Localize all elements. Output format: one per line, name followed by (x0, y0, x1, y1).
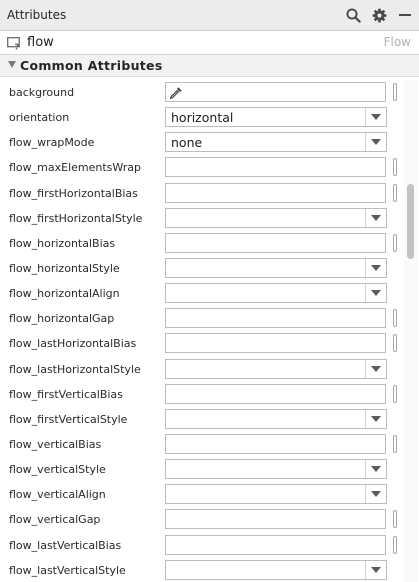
chevron-down-icon[interactable] (365, 359, 386, 378)
attribute-name: flow_horizontalBias (9, 236, 116, 250)
attribute-input[interactable] (165, 383, 386, 404)
attribute-row: flow_firstVerticalBias (0, 382, 400, 407)
gear-icon[interactable] (370, 6, 388, 24)
attribute-dropdown[interactable] (165, 484, 387, 505)
component-info-icon: ? (7, 36, 22, 51)
attribute-name: flow_firstHorizontalBias (9, 186, 138, 200)
chevron-down-icon[interactable] (365, 409, 386, 428)
attribute-dropdown[interactable] (165, 408, 387, 429)
chevron-down-icon[interactable] (365, 133, 386, 152)
attribute-name: flow_verticalStyle (9, 463, 106, 477)
attribute-row: flow_horizontalAlign (0, 281, 400, 306)
attribute-input[interactable] (165, 82, 386, 102)
attribute-name: flow_lastVerticalBias (9, 538, 122, 552)
resource-picker-button[interactable] (393, 233, 397, 252)
attribute-input[interactable] (165, 333, 386, 354)
dropdown-value: none (171, 135, 203, 151)
attribute-name: background (9, 86, 75, 99)
attribute-name: orientation (9, 111, 70, 125)
resource-picker-button[interactable] (393, 83, 397, 101)
attribute-name: flow_lastHorizontalBias (9, 337, 137, 351)
attribute-name: flow_horizontalGap (9, 312, 115, 326)
attribute-dropdown[interactable]: horizontal (165, 107, 387, 128)
attribute-dropdown[interactable]: none (165, 132, 387, 153)
eyedropper-icon[interactable] (169, 85, 183, 100)
attribute-row: flow_verticalBias (0, 432, 400, 457)
attributes-list: background orientation horizontal flow_wrap… (0, 80, 400, 582)
attribute-row: orientation horizontal (0, 105, 400, 130)
section-title: Common Attributes (20, 58, 163, 73)
component-bar: ? flow Flow (0, 31, 419, 55)
chevron-down-icon[interactable] (365, 485, 386, 504)
chevron-down-icon[interactable] (365, 560, 386, 579)
collapse-triangle-icon[interactable] (8, 61, 16, 68)
resource-picker-button[interactable] (393, 183, 397, 202)
resource-picker-button[interactable] (393, 334, 397, 353)
resource-picker-button[interactable] (393, 510, 397, 529)
scrollbar-track[interactable] (404, 80, 417, 582)
scrollbar-thumb[interactable] (407, 184, 414, 259)
attribute-name: flow_firstHorizontalStyle (9, 211, 143, 225)
attribute-name: flow_wrapMode (9, 136, 95, 150)
attribute-row: background (0, 80, 400, 105)
attribute-name: flow_maxElementsWrap (9, 161, 142, 175)
component-name: flow (27, 35, 54, 50)
attribute-name: flow_horizontalAlign (9, 287, 120, 301)
attribute-row: flow_horizontalGap (0, 306, 400, 331)
attribute-dropdown[interactable] (165, 257, 387, 278)
attribute-name: flow_firstVerticalBias (9, 387, 123, 401)
attribute-input[interactable] (165, 232, 386, 253)
attribute-name: flow_verticalBias (9, 437, 102, 451)
attribute-name: flow_verticalAlign (9, 488, 106, 502)
attribute-row: flow_firstVerticalStyle (0, 407, 400, 432)
minimize-icon[interactable] (396, 6, 414, 24)
attribute-row: flow_horizontalStyle (0, 256, 400, 281)
svg-text:?: ? (14, 42, 19, 51)
chevron-down-icon[interactable] (365, 108, 386, 127)
attribute-name: flow_lastVerticalStyle (9, 563, 126, 577)
attribute-input[interactable] (165, 433, 386, 454)
resource-picker-button[interactable] (393, 434, 397, 453)
attribute-row: flow_horizontalBias (0, 231, 400, 256)
attribute-row: flow_lastVerticalStyle (0, 558, 400, 582)
attribute-input[interactable] (165, 509, 386, 530)
attribute-input[interactable] (165, 157, 386, 178)
resource-picker-button[interactable] (393, 158, 397, 177)
attribute-dropdown[interactable] (165, 559, 387, 580)
dropdown-value: horizontal (171, 110, 234, 126)
attribute-dropdown[interactable] (165, 283, 387, 304)
attribute-input[interactable] (165, 182, 386, 203)
panel-title: Attributes (7, 8, 67, 22)
resource-picker-button[interactable] (393, 309, 397, 328)
attribute-dropdown[interactable] (165, 459, 387, 480)
common-attributes-header[interactable]: Common Attributes (0, 55, 419, 77)
resource-picker-button[interactable] (393, 384, 397, 403)
resource-picker-button[interactable] (393, 535, 397, 554)
panel-header: Attributes (0, 0, 419, 31)
attribute-dropdown[interactable] (165, 207, 387, 228)
attribute-row: flow_verticalAlign (0, 482, 400, 507)
attribute-name: flow_lastHorizontalStyle (9, 362, 141, 376)
attribute-input[interactable] (165, 308, 386, 329)
attribute-name: flow_horizontalStyle (9, 261, 120, 275)
attribute-row: flow_firstHorizontalStyle (0, 206, 400, 231)
chevron-down-icon[interactable] (365, 284, 386, 303)
attribute-input[interactable] (165, 534, 386, 555)
attribute-row: flow_verticalGap (0, 507, 400, 532)
component-type: Flow (383, 35, 411, 49)
attribute-row: flow_verticalStyle (0, 457, 400, 482)
chevron-down-icon[interactable] (365, 460, 386, 479)
attribute-name: flow_verticalGap (9, 513, 101, 527)
attribute-row: flow_lastHorizontalBias (0, 331, 400, 356)
attribute-dropdown[interactable] (165, 358, 387, 379)
attribute-row: flow_firstHorizontalBias (0, 181, 400, 206)
attribute-row: flow_maxElementsWrap (0, 155, 400, 180)
attribute-row: flow_lastVerticalBias (0, 533, 400, 558)
attribute-row: flow_wrapMode none (0, 130, 400, 155)
attribute-name: flow_firstVerticalStyle (9, 412, 128, 426)
chevron-down-icon[interactable] (365, 258, 386, 277)
search-icon[interactable] (344, 6, 362, 24)
attribute-row: flow_lastHorizontalStyle (0, 357, 400, 382)
chevron-down-icon[interactable] (365, 208, 386, 227)
